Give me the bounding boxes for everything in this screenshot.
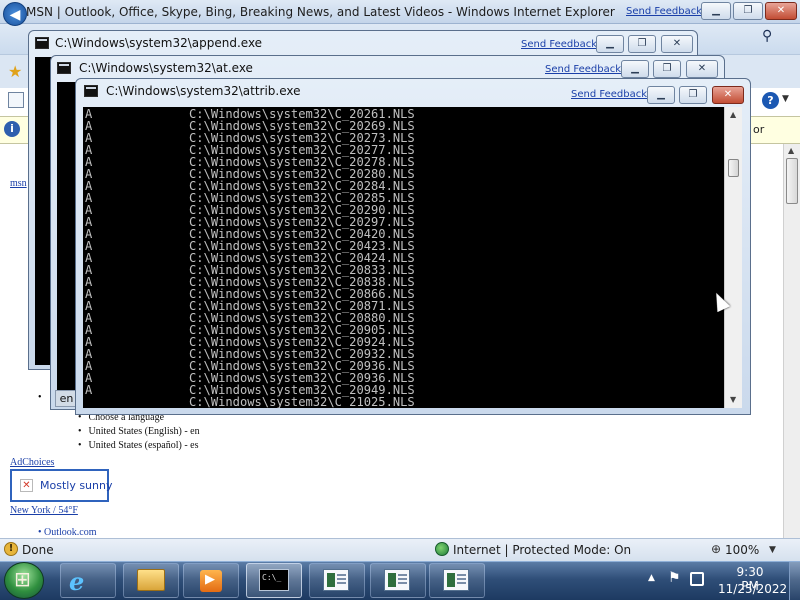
language-item-espanol[interactable]: United States (español) - es [78, 439, 200, 453]
show-hidden-icons-icon[interactable]: ▲ [648, 573, 655, 583]
action-center-flag-icon[interactable]: ⚑ [668, 570, 681, 586]
internet-explorer-icon: e [69, 567, 85, 596]
back-button[interactable]: ◀ [3, 2, 27, 26]
attrib-minimize-button[interactable]: ▁ [647, 86, 675, 104]
file-attribute: A [85, 311, 93, 325]
file-path: C:\Windows\system32\C_21025.NLS [189, 395, 415, 408]
console-icon [35, 37, 49, 49]
attrib-close-button[interactable]: ✕ [712, 86, 744, 104]
info-bar-icon: i [4, 121, 20, 137]
msn-link[interactable]: msn [10, 178, 27, 189]
language-list: Choose a language United States (English… [78, 411, 200, 453]
attrib-send-feedback-link[interactable]: Send Feedback [571, 89, 647, 100]
at-minimize-button[interactable]: ▁ [621, 60, 649, 78]
at-close-button[interactable]: ✕ [686, 60, 718, 78]
command-prompt-icon [259, 569, 289, 591]
status-text: Done [22, 543, 54, 557]
location-temperature-link[interactable]: New York / 54°F [10, 505, 78, 516]
ie-send-feedback-link[interactable]: Send Feedback [626, 6, 702, 17]
append-minimize-button[interactable]: ▁ [596, 35, 624, 53]
application-window-icon [384, 569, 410, 591]
ie-close-button[interactable]: ✕ [765, 2, 797, 20]
attrib-window-title: C:\Windows\system32\attrib.exe [106, 84, 301, 98]
file-attribute: A [85, 287, 93, 301]
file-attribute: A [85, 359, 93, 373]
file-attribute: A [85, 383, 93, 397]
folder-icon [137, 569, 165, 591]
language-item-english[interactable]: United States (English) - en [78, 425, 200, 439]
help-icon[interactable]: ? [762, 92, 779, 109]
file-attribute: A [85, 119, 93, 133]
file-attribute: A [85, 335, 93, 349]
file-attribute: A [85, 299, 93, 313]
zoom-dropdown-icon[interactable]: ▼ [769, 545, 776, 555]
page-scroll-thumb[interactable] [786, 158, 798, 204]
console-scroll-thumb[interactable] [728, 159, 739, 177]
append-send-feedback-link[interactable]: Send Feedback [521, 39, 597, 50]
at-send-feedback-link[interactable]: Send Feedback [545, 64, 621, 75]
file-attribute: A [85, 191, 93, 205]
attrib-console-body[interactable]: A C:\Windows\system32\C_20261.NLS A C:\Wind… [83, 107, 724, 408]
quick-tabs-icon[interactable] [8, 92, 24, 108]
file-attribute: A [85, 167, 93, 181]
at-maximize-button[interactable]: ❐ [653, 60, 681, 78]
security-zone-text[interactable]: Internet | Protected Mode: On [453, 543, 631, 557]
file-attribute: A [85, 143, 93, 157]
file-attribute: A [85, 179, 93, 193]
start-button[interactable] [4, 562, 44, 599]
adchoices-link[interactable]: AdChoices [10, 457, 54, 468]
console-output: A C:\Windows\system32\C_20261.NLS A C:\Wind… [85, 108, 415, 408]
console-icon [57, 62, 71, 74]
file-attribute: A [85, 239, 93, 253]
media-player-icon [200, 570, 222, 592]
favorites-star-icon[interactable]: ★ [8, 62, 22, 81]
clock-date[interactable]: 11/25/2022 [718, 582, 787, 596]
search-icon[interactable]: ⚲ [762, 28, 772, 44]
append-close-button[interactable]: ✕ [661, 35, 693, 53]
weather-widget[interactable]: ✕ Mostly sunny [10, 469, 112, 502]
show-desktop-button[interactable] [789, 562, 800, 600]
append-maximize-button[interactable]: ❐ [628, 35, 656, 53]
help-dropdown-icon[interactable]: ▼ [782, 94, 789, 104]
file-attribute: A [85, 107, 93, 121]
network-icon[interactable] [690, 572, 704, 586]
console-scrollbar[interactable]: ▲ ▼ [724, 107, 742, 408]
file-attribute: A [85, 131, 93, 145]
file-attribute: A [85, 263, 93, 277]
at-window-title: C:\Windows\system32\at.exe [79, 61, 253, 75]
file-attribute: A [85, 155, 93, 169]
ie-minimize-button[interactable]: ▁ [701, 2, 731, 20]
info-bar-text: or [753, 123, 765, 136]
console-line: C:\Windows\system32\C_21025.NLS [85, 396, 415, 408]
status-warning-icon: ! [4, 542, 18, 556]
application-window-icon [443, 569, 469, 591]
scroll-up-arrow-icon[interactable]: ▲ [788, 146, 794, 155]
weather-condition[interactable]: Mostly sunny [40, 479, 112, 492]
zoom-level[interactable]: 100% [725, 543, 759, 557]
file-attribute: A [85, 215, 93, 229]
file-attribute: A [85, 347, 93, 361]
console-icon [84, 85, 98, 97]
ie-status-bar [0, 538, 800, 561]
attrib-console-window[interactable]: C:\Windows\system32\attrib.exe Send Feed… [75, 78, 751, 415]
file-attribute: A [85, 227, 93, 241]
zoom-icon[interactable]: ⊕ [711, 542, 721, 556]
console-scroll-up-icon[interactable]: ▲ [730, 110, 736, 119]
outlook-link[interactable]: • Outlook.com [38, 527, 97, 538]
file-attribute: A [85, 251, 93, 265]
internet-zone-icon [435, 542, 449, 556]
attrib-maximize-button[interactable]: ❐ [679, 86, 707, 104]
console-scroll-down-icon[interactable]: ▼ [730, 395, 736, 404]
list-bullet: • [38, 392, 42, 403]
file-attribute: A [85, 275, 93, 289]
ie-maximize-button[interactable]: ❐ [733, 2, 763, 20]
ie-window-title: MSN | Outlook, Office, Skype, Bing, Brea… [26, 5, 615, 19]
broken-image-icon: ✕ [20, 479, 33, 492]
file-attribute: A [85, 203, 93, 217]
page-scrollbar[interactable]: ▲ [783, 144, 800, 538]
file-attribute: A [85, 323, 93, 337]
file-attribute: A [85, 371, 93, 385]
append-window-title: C:\Windows\system32\append.exe [55, 36, 263, 50]
application-window-icon [323, 569, 349, 591]
